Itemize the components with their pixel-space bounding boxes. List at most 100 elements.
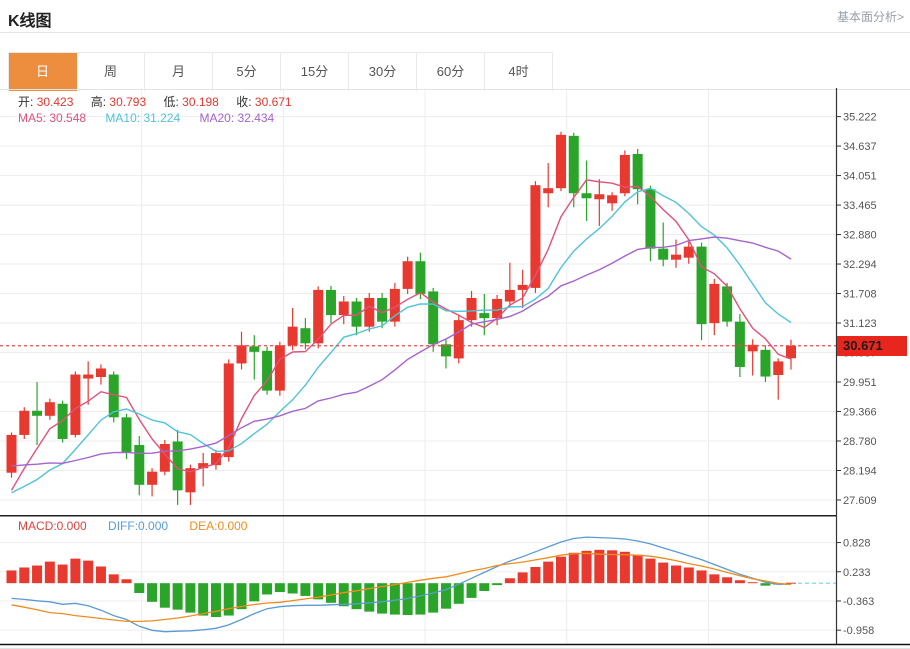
- macd-bar: [45, 562, 55, 584]
- candle-body: [364, 298, 374, 327]
- candle-body: [786, 346, 796, 358]
- macd-indicator-chart[interactable]: 0.8280.233-0.363-0.958: [0, 515, 910, 649]
- candle-body: [633, 154, 643, 189]
- close-label: 收:: [236, 95, 251, 109]
- close-value: 30.671: [255, 95, 292, 109]
- main-candlestick-chart[interactable]: 35.22234.63734.05133.46532.88032.29431.7…: [0, 88, 910, 515]
- candle-body: [275, 345, 285, 390]
- candle-body: [58, 404, 68, 439]
- macd-bar: [722, 577, 732, 583]
- macd-y-ticks: 0.8280.233-0.363-0.958: [837, 538, 875, 638]
- y-axis-label: 35.222: [843, 112, 877, 124]
- candle-body: [352, 302, 362, 327]
- low-label: 低:: [163, 95, 178, 109]
- macd-bar: [288, 583, 298, 593]
- macd-bar: [620, 552, 630, 583]
- y-axis-label: 29.366: [843, 406, 877, 418]
- tab-15min[interactable]: 15分: [281, 53, 349, 91]
- y-axis-label: 29.951: [843, 377, 877, 389]
- ohlc-info-row: 开: 30.423 高: 30.793 低: 30.198 收: 30.671: [18, 93, 306, 110]
- macd-bar: [530, 567, 540, 583]
- candle-body: [147, 472, 157, 485]
- candle-body: [658, 249, 668, 260]
- macd-bar: [122, 579, 132, 583]
- candle-body: [543, 188, 553, 193]
- macd-bar: [633, 555, 643, 583]
- diff-value: DIFF:0.000: [108, 519, 168, 533]
- macd-bar: [492, 583, 502, 585]
- candle-body: [173, 441, 183, 490]
- header-divider: [0, 32, 910, 33]
- macd-bar: [735, 580, 745, 583]
- candle-body: [83, 375, 93, 379]
- tab-week[interactable]: 周: [77, 53, 145, 91]
- macd-bar: [658, 563, 668, 584]
- fundamental-analysis-link[interactable]: 基本面分析>: [837, 8, 904, 25]
- macd-bar: [441, 583, 451, 609]
- candle-body: [735, 322, 745, 367]
- y-axis-label: 34.637: [843, 141, 877, 153]
- macd-bar: [428, 583, 438, 612]
- macd-bar: [505, 578, 515, 583]
- main-y-ticks: 35.22234.63734.05133.46532.88032.29431.7…: [837, 112, 877, 507]
- macd-bar: [7, 570, 17, 583]
- macd-axis-label: 0.233: [843, 567, 871, 579]
- candle-body: [454, 320, 464, 358]
- ma5-value: MA5: 30.548: [18, 111, 86, 125]
- tab-60min[interactable]: 60分: [417, 53, 485, 91]
- macd-bar: [147, 583, 157, 602]
- tab-day[interactable]: 日: [9, 53, 77, 91]
- macd-bar: [326, 583, 336, 603]
- macd-bar: [415, 583, 425, 614]
- candle-body: [300, 328, 310, 343]
- diff-line: [12, 537, 792, 632]
- tab-month[interactable]: 月: [145, 53, 213, 91]
- macd-axis-label: -0.958: [843, 625, 874, 637]
- candle-body: [556, 135, 566, 188]
- candle-body: [7, 435, 17, 473]
- candle-body: [582, 193, 592, 198]
- ma10-value: MA10: 31.224: [105, 111, 180, 125]
- dea-line: [12, 553, 792, 621]
- y-axis-label: 32.880: [843, 230, 877, 242]
- macd-info-row: MACD:0.000 DIFF:0.000 DEA:0.000: [18, 519, 265, 533]
- macd-axis-label: -0.363: [843, 596, 874, 608]
- y-axis-label: 28.780: [843, 436, 877, 448]
- candle-body: [645, 189, 655, 248]
- macd-bar: [249, 583, 259, 601]
- macd-bar: [32, 566, 42, 584]
- candle-body: [760, 350, 770, 377]
- macd-bar: [543, 562, 553, 584]
- high-label: 高:: [91, 95, 106, 109]
- tab-5min[interactable]: 5分: [213, 53, 281, 91]
- y-axis-label: 32.294: [843, 259, 877, 271]
- candle-body: [518, 285, 528, 290]
- tab-30min[interactable]: 30分: [349, 53, 417, 91]
- macd-bar: [70, 559, 80, 584]
- macd-bar: [300, 583, 310, 596]
- period-tab-bar: 日 周 月 5分 15分 30分 60分 4时: [8, 52, 553, 91]
- candle-body: [530, 185, 540, 288]
- candle-body: [569, 136, 579, 193]
- tab-4hour[interactable]: 4时: [485, 53, 553, 91]
- macd-bar: [569, 553, 579, 583]
- macd-bar: [684, 567, 694, 583]
- macd-bar: [582, 551, 592, 583]
- open-value: 30.423: [37, 95, 74, 109]
- ma20-value: MA20: 32.434: [199, 111, 274, 125]
- candle-body: [403, 261, 413, 289]
- macd-bar: [709, 574, 719, 583]
- macd-bar: [275, 583, 285, 592]
- macd-bar: [352, 583, 362, 609]
- current-price-badge: 30.671: [837, 336, 907, 356]
- macd-bar: [83, 561, 93, 584]
- macd-bar: [479, 583, 489, 591]
- candle-body: [96, 368, 106, 377]
- macd-bar: [109, 574, 119, 583]
- candle-body: [415, 261, 425, 294]
- candle-body: [224, 363, 234, 457]
- macd-bar: [134, 583, 144, 593]
- macd-bar: [224, 583, 234, 615]
- macd-bar: [173, 583, 183, 609]
- candle-body: [709, 284, 719, 323]
